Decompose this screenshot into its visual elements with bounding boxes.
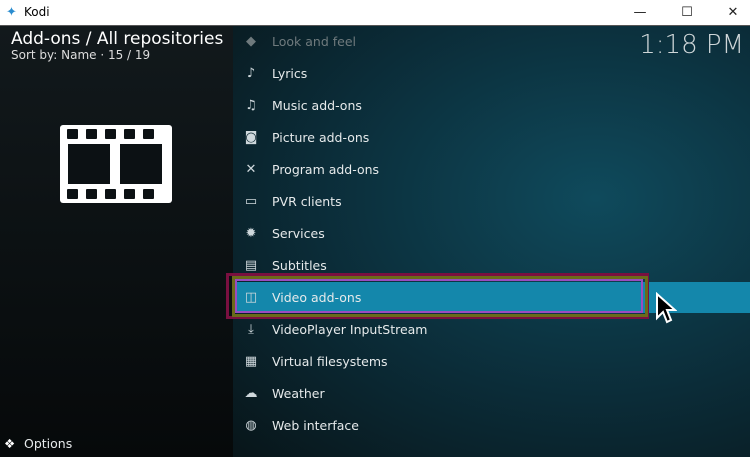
list-item[interactable]: ▭ PVR clients	[233, 186, 750, 218]
options-label: Options	[24, 436, 73, 451]
film-icon	[60, 125, 172, 203]
list-item-label: Lyrics	[272, 66, 308, 81]
paint-bucket-icon: ◆	[246, 34, 256, 49]
download-icon: ⤓	[248, 322, 254, 337]
mouse-cursor-icon	[656, 292, 677, 324]
sort-info[interactable]: Sort by: Name · 15 / 19	[11, 48, 150, 62]
list-item-label: Look and feel	[272, 34, 356, 49]
close-button[interactable]: ✕	[710, 0, 750, 26]
list-item[interactable]: ✹ Services	[233, 218, 750, 250]
list-item-label: VideoPlayer InputStream	[272, 322, 428, 337]
camera-icon: ◙	[244, 130, 258, 145]
options-icon: ❖	[4, 436, 16, 451]
gear-icon: ✹	[245, 226, 257, 241]
list-item[interactable]: ▦ Virtual filesystems	[233, 346, 750, 378]
film-icon: ◫	[244, 290, 258, 305]
minimize-button[interactable]: —	[617, 0, 663, 26]
tv-icon: ▭	[244, 194, 258, 209]
list-item-label: Program add-ons	[272, 162, 380, 177]
list-item[interactable]: ♫ Music add-ons	[233, 90, 750, 122]
list-item-label: Virtual filesystems	[272, 354, 388, 369]
list-item-label: Subtitles	[272, 258, 327, 273]
page-title: Add-ons / All repositories	[11, 29, 224, 49]
kodi-app: Add-ons / All repositories Sort by: Name…	[0, 26, 750, 457]
weather-icon: ☁	[244, 386, 258, 401]
list-item-label: PVR clients	[272, 194, 342, 209]
list-item[interactable]: ▤ Subtitles	[233, 250, 750, 282]
options-button[interactable]: ❖ Options	[4, 436, 72, 451]
list-item[interactable]: ◍ Web interface	[233, 410, 750, 442]
microphone-icon: ♪	[246, 66, 256, 81]
list-item-label: Video add-ons	[272, 290, 362, 305]
kodi-logo-icon: ✦	[6, 5, 17, 20]
window-titlebar: ✦ Kodi — ☐ ✕	[0, 0, 750, 26]
maximize-button[interactable]: ☐	[664, 0, 710, 26]
globe-icon: ◍	[245, 418, 257, 433]
list-item[interactable]: ◙ Picture add-ons	[233, 122, 750, 154]
list-item-label: Services	[272, 226, 325, 241]
list-item-label: Music add-ons	[272, 98, 362, 113]
subtitles-icon: ▤	[244, 258, 258, 273]
list-item[interactable]: ☁ Weather	[233, 378, 750, 410]
filesystem-icon: ▦	[244, 354, 258, 369]
list-item-label: Web interface	[272, 418, 359, 433]
list-item[interactable]: ♪ Lyrics	[233, 58, 750, 90]
list-item[interactable]: ✕ Program add-ons	[233, 154, 750, 186]
tools-icon: ✕	[245, 162, 257, 177]
list-item[interactable]: ◆ Look and feel	[233, 26, 750, 58]
list-item-label: Picture add-ons	[272, 130, 370, 145]
window-title: Kodi	[24, 5, 50, 19]
list-item-label: Weather	[272, 386, 325, 401]
left-panel	[0, 26, 233, 457]
music-note-icon: ♫	[245, 98, 257, 113]
